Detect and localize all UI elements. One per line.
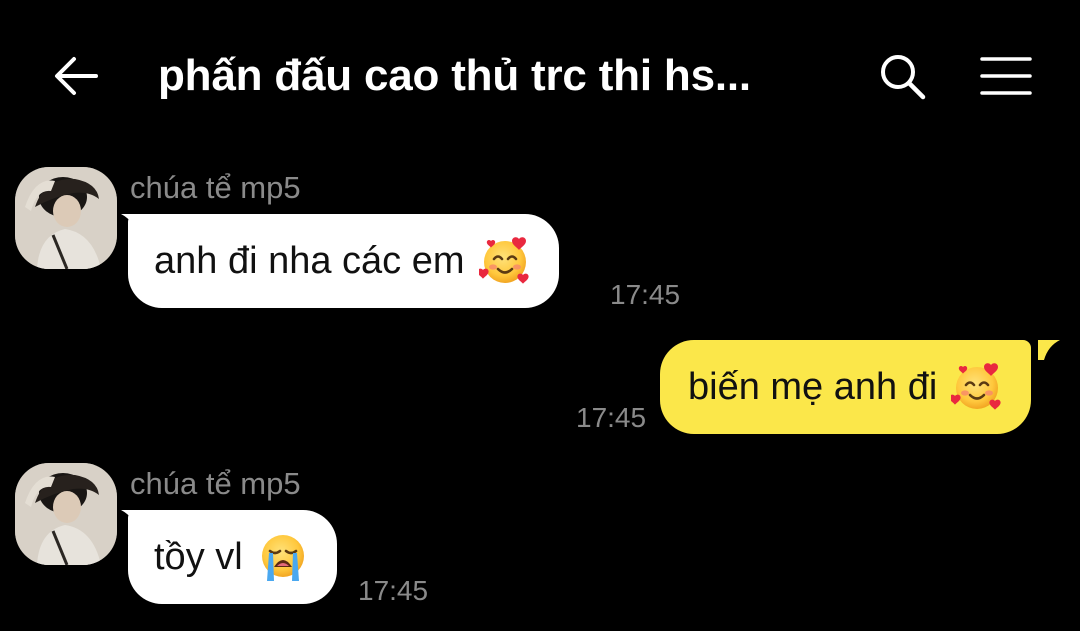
message-text: biến mẹ anh đi xyxy=(688,366,938,408)
sender-avatar[interactable] xyxy=(15,463,117,565)
chat-header: phấn đấu cao thủ trc thi hs... xyxy=(0,0,1080,150)
smiling-face-with-hearts-icon xyxy=(479,235,531,287)
message-text: tồy vl xyxy=(154,536,243,578)
search-button[interactable] xyxy=(876,50,930,104)
search-icon xyxy=(881,55,926,100)
message-text: anh đi nha các em xyxy=(154,240,465,282)
menu-button[interactable] xyxy=(976,50,1036,104)
bubble-tail xyxy=(1038,340,1060,360)
sender-avatar[interactable] xyxy=(15,167,117,269)
sender-name: chúa tể mp5 xyxy=(130,170,301,205)
message-timestamp: 17:45 xyxy=(576,402,647,433)
chat-title: phấn đấu cao thủ trc thi hs... xyxy=(158,51,751,100)
avatar-image xyxy=(15,167,117,269)
message-bubble[interactable]: biến mẹ anh đi xyxy=(660,340,1032,434)
message-bubble[interactable]: anh đi nha các em xyxy=(128,214,559,308)
back-button[interactable] xyxy=(50,50,102,102)
message-bubble[interactable]: tồy vl xyxy=(128,510,337,604)
loudly-crying-face-icon xyxy=(257,531,309,583)
message-timestamp: 17:45 xyxy=(610,279,681,310)
sender-name: chúa tể mp5 xyxy=(130,466,301,501)
avatar-image xyxy=(15,463,117,565)
back-arrow-icon xyxy=(55,57,98,95)
hamburger-menu-icon xyxy=(980,57,1032,95)
message-timestamp: 17:45 xyxy=(358,575,429,606)
smiling-face-with-hearts-icon xyxy=(951,361,1003,413)
